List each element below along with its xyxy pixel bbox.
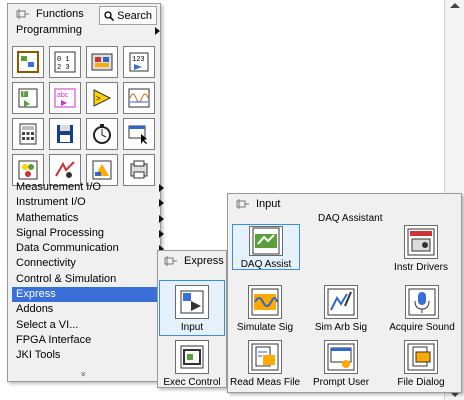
menu-signal-processing[interactable]: Signal Processing [12,226,166,241]
input-icon [175,285,209,319]
instr-drivers-icon [404,225,438,259]
category-programming[interactable]: Programming [12,23,162,38]
pin-icon[interactable] [164,256,178,266]
expand-chevron-icon[interactable]: » [79,369,89,379]
menu-data-communication[interactable]: Data Communication [12,241,166,256]
vi-daq-assist[interactable]: DAQ Assist [232,224,300,270]
sim-arb-signal-icon [324,285,358,319]
submenu-arrow-icon [159,229,164,238]
input-title: Input [256,198,281,210]
express-exec-control[interactable]: Exec Control [163,340,221,388]
menu-fpga-interface[interactable]: FPGA Interface [12,333,166,348]
menu-jki-tools[interactable]: JKI Tools [12,348,166,363]
daq-assist-icon [249,226,283,256]
waveform-icon[interactable] [123,82,155,114]
input-titlebar[interactable]: Input [228,194,461,214]
vi-prompt-user[interactable]: Prompt User [308,340,374,388]
vi-sim-arb-sig[interactable]: Sim Arb Sig [308,285,374,333]
data-bundle-icon[interactable] [86,46,118,78]
svg-text:2 3: 2 3 [57,64,70,72]
menu-mathematics[interactable]: Mathematics [12,211,166,226]
functions-title: Functions [36,8,84,20]
programming-icon-grid: 0 12 3 123 T abc > [12,46,155,186]
functions-palette: Functions Search Programming 0 12 3 123 … [7,3,166,382]
menu-addons[interactable]: Addons [12,302,166,317]
svg-text:123: 123 [132,56,145,64]
boolean-icon[interactable]: T [12,82,44,114]
express-input[interactable]: Input [159,280,225,336]
input-palette: Input DAQ Assistant DAQ Assist Instr Dri… [227,193,462,393]
hover-caption: DAQ Assistant [318,213,383,224]
svg-text:abc: abc [57,92,69,99]
read-file-icon [248,340,282,374]
pin-icon[interactable] [236,199,250,209]
timing-icon[interactable] [12,118,44,150]
functions-menu: Measurement I/O Instrument I/O Mathemati… [12,180,166,364]
numeric-icon[interactable]: 123 [123,46,155,78]
svg-text:T: T [22,92,26,98]
menu-instrument-io[interactable]: Instrument I/O [12,195,166,210]
vi-file-dialog[interactable]: File Dialog [388,340,454,388]
category-label: Programming [16,24,83,36]
menu-control-simulation[interactable]: Control & Simulation [12,272,166,287]
file-dialog-icon [404,340,438,374]
prompt-user-icon [324,340,358,374]
vi-instr-drivers[interactable]: Instr Drivers [388,225,454,273]
dialog-icon[interactable] [123,118,155,150]
menu-express[interactable]: Express [12,287,166,303]
vi-read-meas-file[interactable]: Read Meas File [230,340,300,388]
vi-simulate-sig[interactable]: Simulate Sig [232,285,298,333]
exec-control-icon [175,340,209,374]
simulate-signal-icon [248,285,282,319]
string-icon[interactable]: abc [49,82,81,114]
microphone-icon [405,285,439,319]
submenu-arrow-icon [159,199,164,208]
express-palette: Express Input Exec Control [157,250,227,388]
menu-select-a-vi[interactable]: Select a VI... [12,318,166,333]
search-icon [104,10,115,21]
file-io-icon[interactable] [49,118,81,150]
submenu-arrow-icon [159,184,164,192]
stopwatch-icon[interactable] [86,118,118,150]
submenu-arrow-icon [159,214,164,223]
express-title: Express [184,255,224,267]
array-icon[interactable]: 0 12 3 [49,46,81,78]
cluster-icon[interactable] [12,46,44,78]
submenu-arrow-icon [155,27,160,35]
menu-measurement-io[interactable]: Measurement I/O [12,180,166,195]
comparison-icon[interactable]: > [86,82,118,114]
pin-icon[interactable] [16,9,30,19]
express-titlebar[interactable]: Express [158,251,226,271]
vi-acquire-sound[interactable]: Acquire Sound [384,285,460,333]
scroll-up-arrow[interactable] [450,3,460,8]
menu-connectivity[interactable]: Connectivity [12,256,166,271]
search-label: Search [117,9,152,22]
svg-text:0 1: 0 1 [57,56,70,64]
svg-text:>: > [96,94,101,103]
